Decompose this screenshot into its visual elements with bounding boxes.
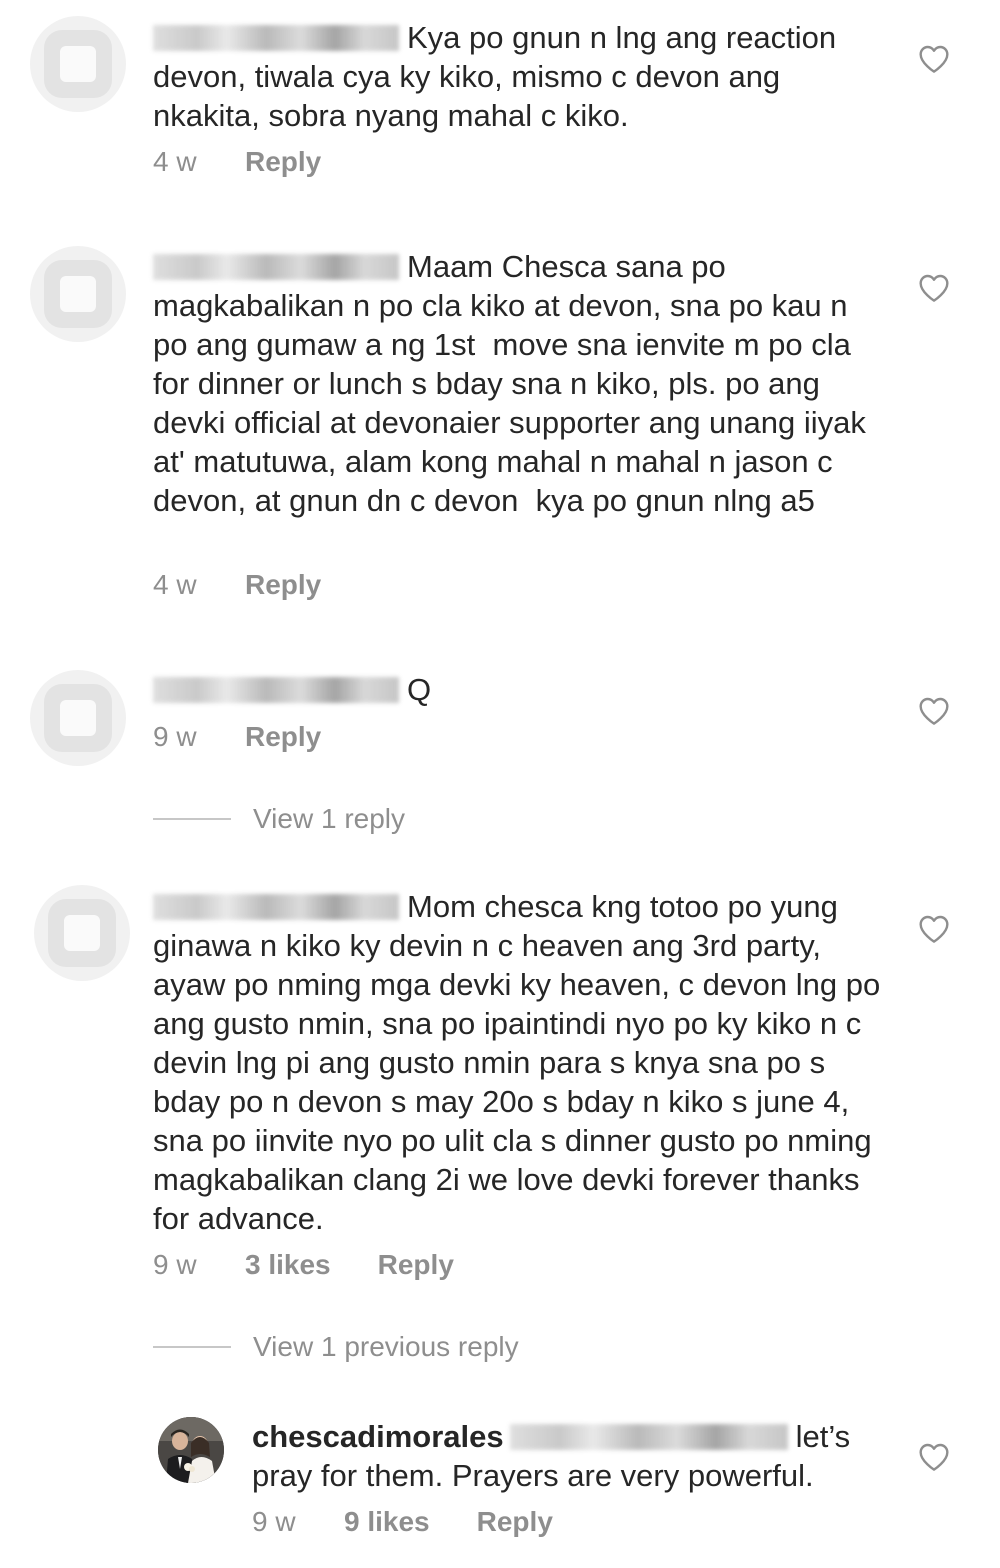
view-previous-replies-button[interactable]: View 1 previous reply	[153, 1331, 519, 1363]
comment-time: 9 w	[153, 721, 197, 752]
reply-button[interactable]: Reply	[245, 569, 321, 601]
blurred-username[interactable]	[153, 25, 399, 51]
username[interactable]: chescadimorales	[252, 1419, 504, 1454]
view-replies-label: View 1 previous reply	[253, 1331, 519, 1362]
blurred-mention[interactable]	[509, 1424, 788, 1450]
likes-count[interactable]: 3 likes	[245, 1249, 331, 1281]
comment-text: chescadimorales let’s pray for them. Pray…	[252, 1419, 859, 1493]
comment-text: Mom chesca kng totoo po yung ginawa n ki…	[153, 889, 889, 1236]
heart-icon[interactable]	[918, 914, 950, 944]
reply-button[interactable]: Reply	[378, 1249, 454, 1281]
likes-count[interactable]: 9 likes	[344, 1506, 430, 1538]
view-replies-button[interactable]: View 1 reply	[153, 803, 405, 835]
comment-time: 4 w	[153, 146, 197, 177]
comment-text: Kya po gnun n lng ang reaction devon, ti…	[153, 20, 845, 133]
comment-meta: 9 w Reply	[153, 721, 321, 753]
avatar[interactable]	[158, 1417, 224, 1483]
blurred-username[interactable]	[153, 677, 399, 703]
comment-time: 9 w	[252, 1506, 296, 1537]
avatar-photo	[158, 1417, 224, 1483]
comment-meta: 4 w Reply	[153, 146, 321, 178]
heart-icon[interactable]	[918, 273, 950, 303]
comment-time: 4 w	[153, 569, 197, 600]
avatar[interactable]	[30, 16, 126, 112]
heart-icon[interactable]	[918, 696, 950, 726]
view-replies-label: View 1 reply	[253, 803, 406, 834]
avatar[interactable]	[34, 885, 130, 981]
avatar[interactable]	[30, 670, 126, 766]
reply-button[interactable]: Reply	[477, 1506, 553, 1538]
blurred-username[interactable]	[153, 254, 399, 280]
heart-icon[interactable]	[918, 1442, 950, 1472]
reply-button[interactable]: Reply	[245, 146, 321, 178]
avatar[interactable]	[30, 246, 126, 342]
divider-line	[153, 1346, 231, 1348]
comment-meta: 4 w Reply	[153, 569, 321, 601]
blurred-username[interactable]	[153, 894, 399, 920]
comment-time: 9 w	[153, 1249, 197, 1280]
comment-text: Q	[153, 670, 888, 709]
comment-text: Maam Chesca sana po magkabalikan n po cl…	[153, 249, 875, 518]
comment-meta: 9 w 9 likes Reply	[252, 1506, 553, 1538]
divider-line	[153, 818, 231, 820]
reply-button[interactable]: Reply	[245, 721, 321, 753]
comment-meta: 9 w 3 likes Reply	[153, 1249, 454, 1281]
heart-icon[interactable]	[918, 44, 950, 74]
